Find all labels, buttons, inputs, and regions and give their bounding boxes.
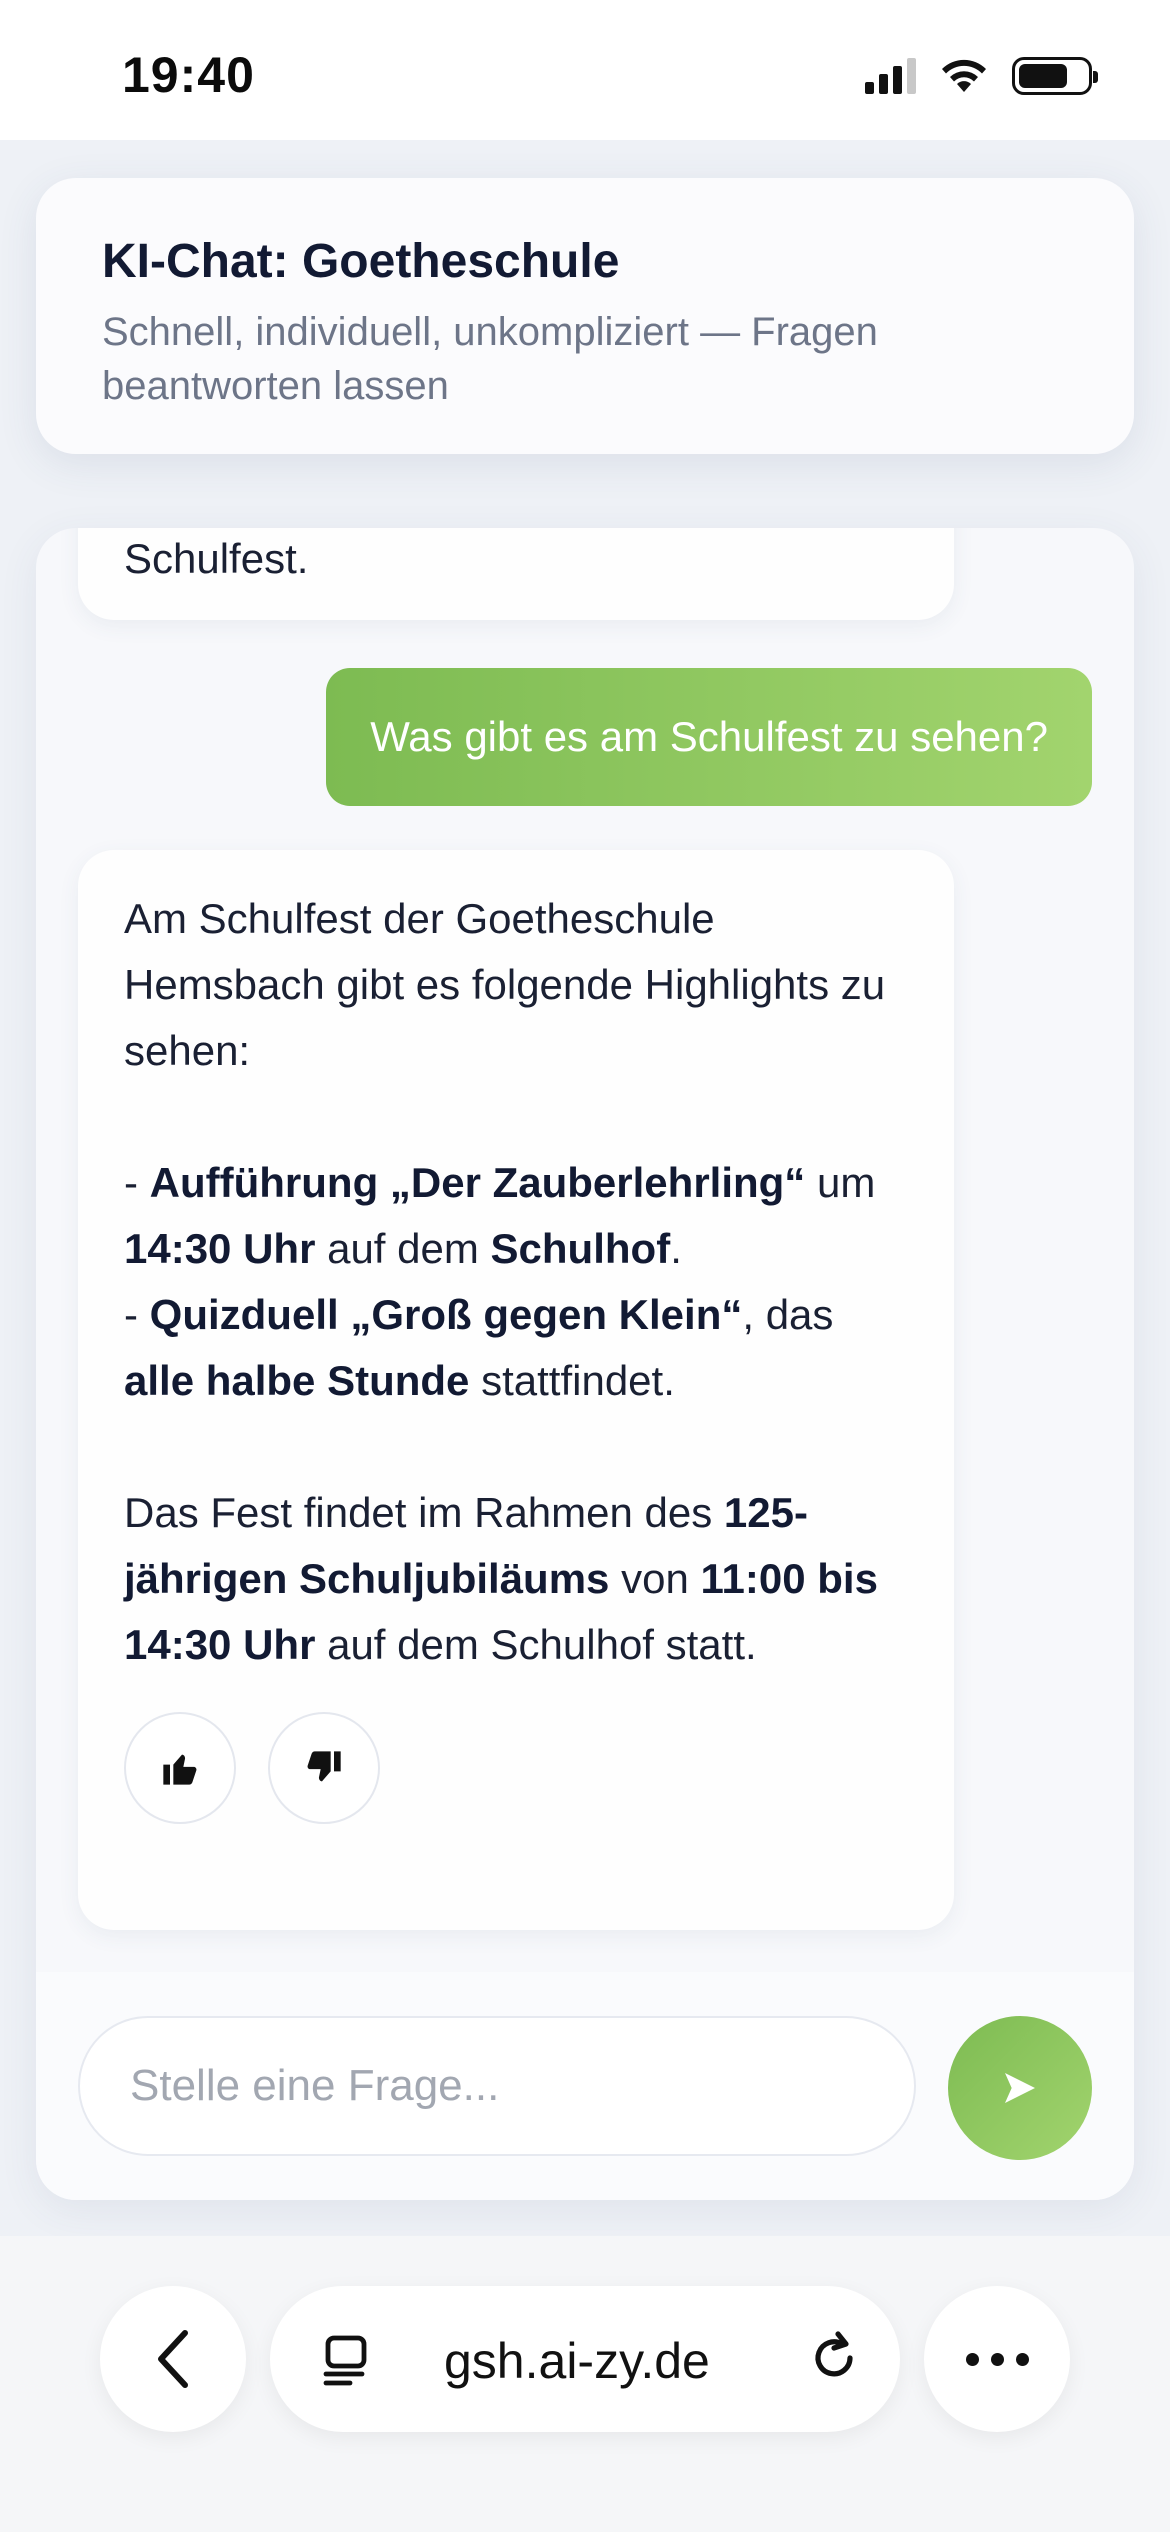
tabs-icon — [323, 2335, 367, 2386]
thumbs-down-icon — [307, 1751, 341, 1782]
answer-intro: Am Schulfest der Goetheschule Hemsbach g… — [124, 895, 886, 1074]
thumbs-up-button[interactable] — [124, 1712, 236, 1824]
battery-icon — [1012, 57, 1098, 95]
question-input[interactable] — [78, 2016, 916, 2156]
page-subtitle: Schnell, individuell, unkompliziert — Fr… — [102, 310, 878, 408]
thumbs-down-button[interactable] — [268, 1712, 380, 1824]
user-message-text: Was gibt es am Schulfest zu sehen? — [370, 713, 1048, 760]
chat-header: KI-Chat: Goetheschule Schnell, individue… — [36, 178, 1134, 454]
back-chevron-icon — [158, 2330, 188, 2388]
feedback-actions — [124, 1712, 908, 1824]
chat-panel: Schulfest. Was gibt es am Schulfest zu s… — [36, 528, 1134, 2200]
send-button[interactable] — [948, 2016, 1092, 2160]
page-title: KI-Chat: Goetheschule — [102, 235, 620, 288]
bot-message-text: Schulfest. — [124, 535, 309, 582]
event-place: Schulhof — [490, 1225, 671, 1272]
browser-toolbar: gsh.ai-zy.de — [0, 2236, 1170, 2532]
more-button[interactable] — [924, 2286, 1070, 2432]
url-text: gsh.ai-zy.de — [444, 2333, 710, 2389]
thumbs-up-icon — [163, 1754, 197, 1785]
answer-closing: Das Fest findet im Rahmen des 125-jährig… — [124, 1489, 878, 1668]
reload-icon[interactable] — [806, 2330, 862, 2386]
bot-message-previous: Schulfest. — [78, 528, 954, 620]
composer — [36, 1972, 1134, 2200]
answer-item-1: - Aufführung „Der Zauberlehrling“ um 14:… — [124, 1159, 876, 1272]
wifi-icon — [942, 59, 986, 92]
status-time: 19:40 — [122, 47, 255, 103]
status-bar: 19:40 — [0, 0, 1170, 140]
more-icon — [965, 2352, 979, 2366]
bot-message-answer: Am Schulfest der Goetheschule Hemsbach g… — [78, 850, 954, 1930]
send-arrow-icon — [1005, 2073, 1035, 2103]
user-message: Was gibt es am Schulfest zu sehen? — [326, 668, 1092, 806]
back-button[interactable] — [100, 2286, 246, 2432]
event-name: Quizduell „Groß gegen Klein“ — [149, 1291, 743, 1338]
message-list[interactable]: Schulfest. Was gibt es am Schulfest zu s… — [36, 528, 1134, 1972]
event-name: Aufführung „Der Zauberlehrling“ — [149, 1159, 806, 1206]
status-icons — [865, 56, 1098, 96]
cellular-signal-icon — [865, 58, 916, 94]
event-frequency: alle halbe Stunde — [124, 1357, 470, 1404]
address-bar[interactable]: gsh.ai-zy.de — [270, 2286, 900, 2432]
event-time: 14:30 Uhr — [124, 1225, 316, 1272]
answer-item-2: - Quizduell „Groß gegen Klein“, das alle… — [124, 1291, 834, 1404]
